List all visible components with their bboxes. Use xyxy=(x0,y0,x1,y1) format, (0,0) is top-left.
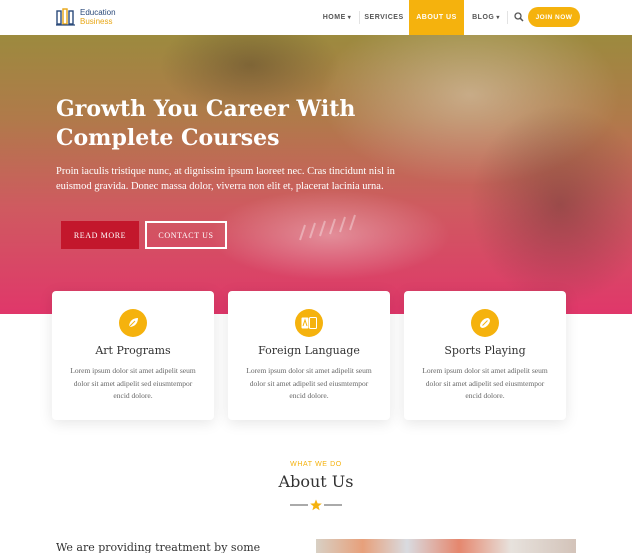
about-photo xyxy=(316,539,576,553)
chevron-down-icon: ▾ xyxy=(496,15,500,21)
feature-card-title: Foreign Language xyxy=(258,344,360,357)
top-navbar: Education Business HOME ▾ SERVICES ABOUT … xyxy=(0,0,632,35)
brand-line-2: Business xyxy=(80,17,113,26)
feature-card-text: Lorem ipsum dolor sit amet adipelit seum… xyxy=(422,366,548,400)
language-icon xyxy=(295,309,323,337)
nav-item-blog[interactable]: BLOG ▾ xyxy=(466,0,506,35)
read-more-button[interactable]: READ MORE xyxy=(61,221,139,249)
nav-divider xyxy=(359,11,360,24)
star-divider-icon xyxy=(290,499,342,511)
nav-item-home[interactable]: HOME ▾ xyxy=(316,0,358,35)
brand-logo[interactable]: Education Business xyxy=(56,7,116,27)
join-now-button[interactable]: JOIN NOW xyxy=(528,7,580,27)
nav-item-services-label: SERVICES xyxy=(364,14,404,21)
section-kicker: WHAT WE DO xyxy=(290,461,342,468)
nav-item-about-us-label: ABOUT US xyxy=(416,14,457,21)
section-title: About Us xyxy=(278,472,354,491)
contact-us-button[interactable]: CONTACT US xyxy=(145,221,227,249)
nav-item-blog-label: BLOG xyxy=(472,14,495,21)
nav-item-home-label: HOME xyxy=(322,14,346,21)
brand-line-1: Education xyxy=(80,8,116,17)
nav-item-about-us[interactable]: ABOUT US xyxy=(409,0,464,35)
hero-title: Growth You Career With Complete Courses xyxy=(56,96,356,151)
feature-card-text: Lorem ipsum dolor sit amet adipelit seum… xyxy=(70,366,196,400)
building-logo-icon xyxy=(56,8,75,26)
hero-description: Proin iaculis tristique nunc, at digniss… xyxy=(56,166,395,192)
search-icon[interactable] xyxy=(514,12,524,22)
hero-banner: Growth You Career With Complete Courses … xyxy=(0,35,632,314)
feature-card-art-programs[interactable]: Art Programs Lorem ipsum dolor sit amet … xyxy=(52,291,214,420)
feature-card-title: Art Programs xyxy=(95,344,171,357)
chevron-down-icon: ▾ xyxy=(347,15,352,21)
leaf-icon xyxy=(119,309,147,337)
nav-item-services[interactable]: SERVICES xyxy=(361,0,407,35)
feature-card-sports-playing[interactable]: Sports Playing Lorem ipsum dolor sit ame… xyxy=(404,291,566,420)
feature-card-text: Lorem ipsum dolor sit amet adipelit seum… xyxy=(246,366,372,400)
brand-name: Education Business xyxy=(80,8,116,26)
football-icon xyxy=(471,309,499,337)
feature-card-foreign-language[interactable]: Foreign Language Lorem ipsum dolor sit a… xyxy=(228,291,390,420)
feature-card-title: Sports Playing xyxy=(444,344,526,357)
nav-divider xyxy=(507,11,508,24)
about-intro-heading: We are providing treatment by some xyxy=(56,541,261,553)
